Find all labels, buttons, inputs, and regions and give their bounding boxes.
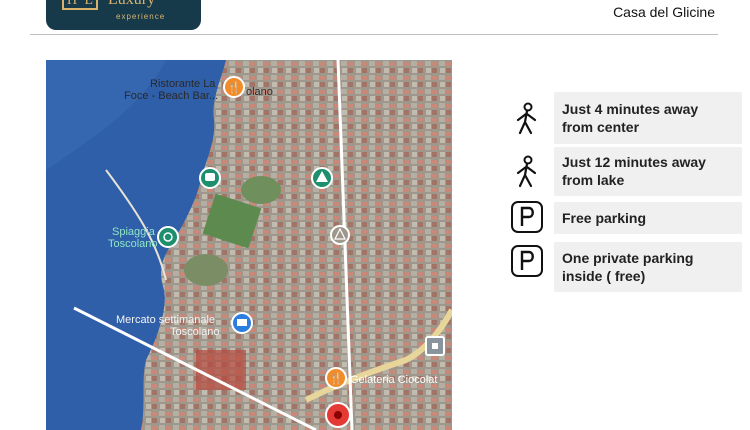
feature-text-line1: Just 12 minutes away (562, 154, 706, 170)
poi-grey-pin[interactable] (330, 225, 350, 245)
location-map[interactable]: 🍴 Ristorante La Foce - Beach Bar... olan… (46, 60, 452, 430)
feature-text-line1: One private parking (562, 250, 694, 266)
logo-mark: H⁻L (62, 0, 98, 10)
landmark-pin[interactable] (311, 167, 333, 189)
feature-text-line2: from lake (562, 172, 625, 188)
train-station-pin[interactable] (199, 167, 221, 189)
property-name: Casa del Glicine (613, 4, 715, 20)
locality-label: olano (246, 86, 273, 98)
feature-text-line1: Free parking (554, 202, 742, 234)
svg-text:🍴: 🍴 (227, 81, 241, 94)
feature-text-line1: Just 4 minutes away (562, 101, 699, 117)
beach-pin[interactable] (157, 226, 179, 248)
logo-brand: Luxury (108, 0, 155, 9)
feature-item-lake-distance: Just 12 minutes away from lake (510, 147, 742, 196)
beach-label-line1: Spiaggia (112, 226, 156, 238)
walking-person-icon (516, 155, 537, 188)
walking-person-icon (516, 102, 537, 135)
svg-text:🍴: 🍴 (329, 372, 343, 385)
feature-item-free-parking: Free parking (510, 201, 742, 234)
gelateria-pin[interactable]: 🍴 (325, 367, 347, 389)
header-divider (30, 34, 718, 35)
feature-item-center-distance: Just 4 minutes away from center (510, 92, 742, 144)
restaurant-pin[interactable]: 🍴 (223, 76, 245, 98)
restaurant-label-line2: Foce - Beach Bar... (124, 90, 218, 102)
gelateria-label: Gelateria Ciocolat (350, 374, 437, 386)
market-pin[interactable] (231, 312, 253, 334)
feature-text-line2: from center (562, 119, 640, 135)
feature-text-line2: inside ( free) (562, 268, 646, 284)
logo-subtitle: experience (116, 12, 166, 21)
parking-icon (511, 201, 543, 233)
brand-logo[interactable]: H⁻L Luxury experience (46, 0, 201, 30)
property-location-pin[interactable] (325, 402, 351, 428)
parking-icon (511, 245, 543, 277)
market-label-line1: Mercato settimanale (116, 314, 215, 326)
beach-label-line2: Toscolano (108, 238, 158, 250)
market-label-line2: Toscolano (170, 326, 220, 338)
restaurant-label-line1: Ristorante La (150, 78, 216, 90)
feature-item-private-parking: One private parking inside ( free) (510, 242, 742, 292)
square-marker[interactable] (425, 336, 445, 356)
